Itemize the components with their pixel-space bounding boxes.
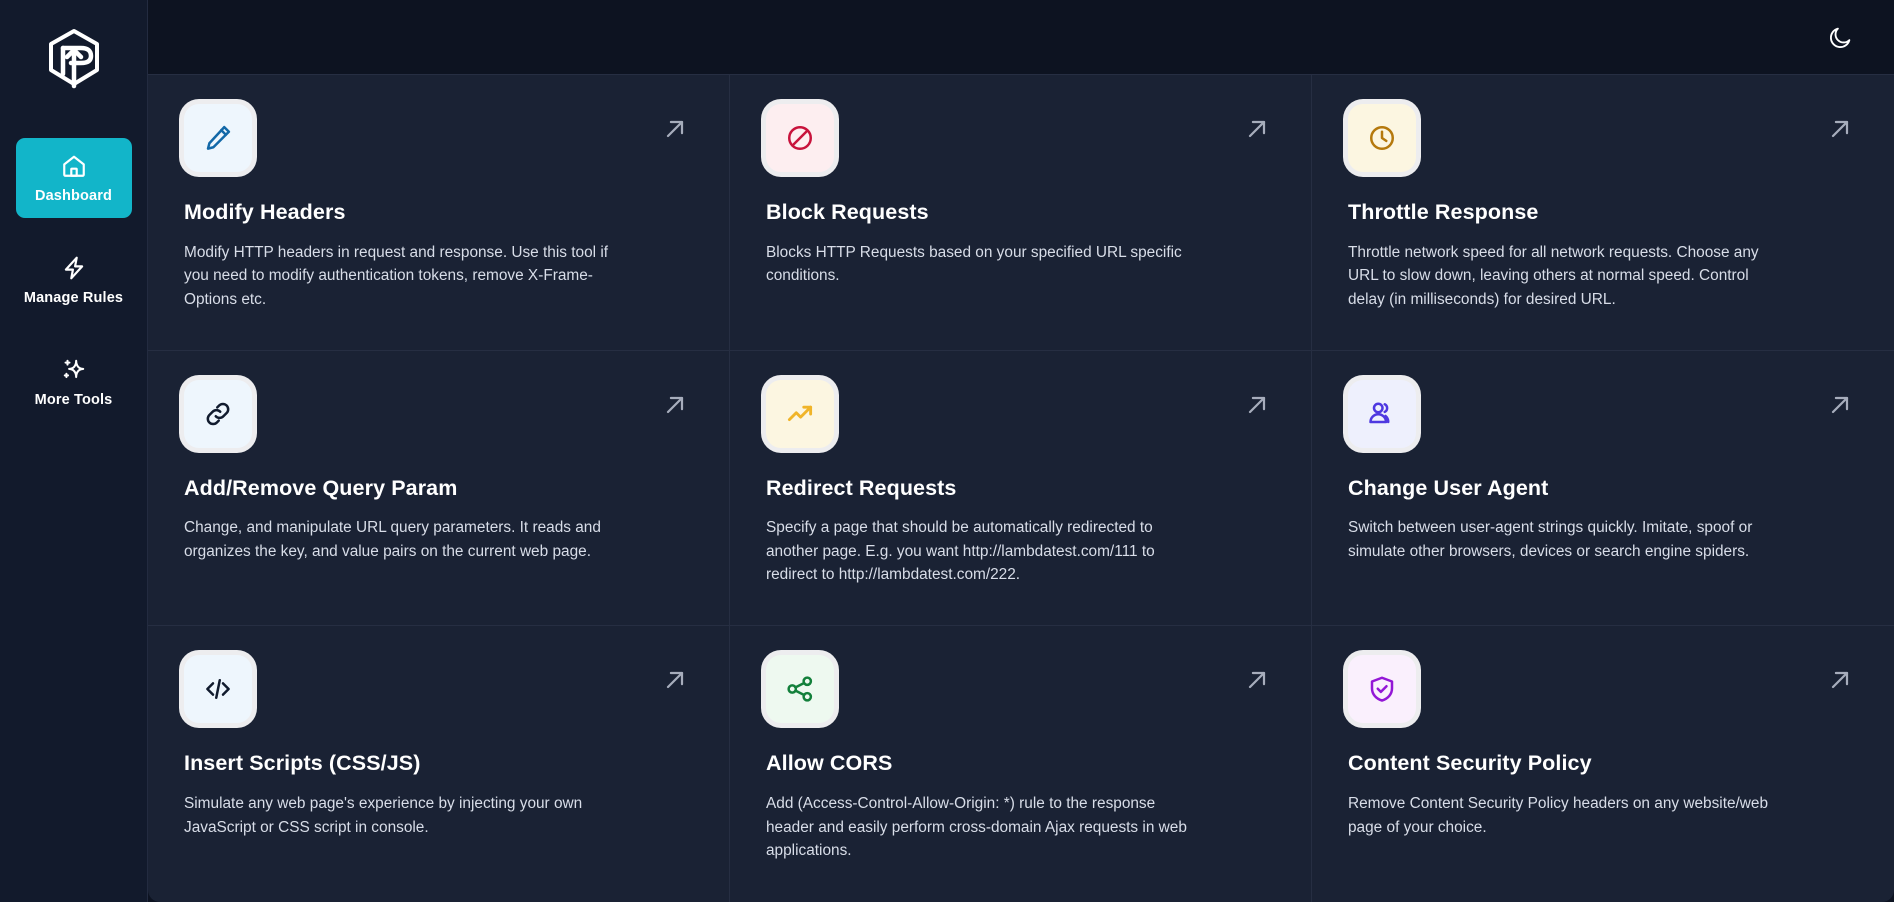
tool-card-title: Block Requests — [766, 200, 1275, 226]
shield-check-icon — [1348, 655, 1416, 723]
arrow-up-right-icon[interactable] — [1243, 391, 1271, 419]
tool-card-title: Insert Scripts (CSS/JS) — [184, 751, 693, 777]
tool-card-description: Simulate any web page's experience by in… — [184, 792, 614, 839]
sidebar-item-label: Dashboard — [35, 189, 112, 204]
tool-card-change-user-agent[interactable]: Change User Agent Switch between user-ag… — [1312, 351, 1894, 627]
share-network-icon — [766, 655, 834, 723]
topbar — [148, 0, 1894, 74]
tool-card-title: Add/Remove Query Param — [184, 476, 693, 502]
sidebar-item-manage-rules[interactable]: Manage Rules — [16, 240, 132, 320]
app-root: Dashboard Manage Rules More Tools — [0, 0, 1894, 902]
trending-up-icon — [766, 380, 834, 448]
tool-card-allow-cors[interactable]: Allow CORS Add (Access-Control-Allow-Ori… — [730, 626, 1312, 902]
tool-card-title: Change User Agent — [1348, 476, 1858, 502]
lightning-icon — [60, 254, 88, 282]
no-entry-icon — [766, 104, 834, 172]
clock-icon — [1348, 104, 1416, 172]
moon-icon[interactable] — [1820, 17, 1860, 57]
tool-card-description: Change, and manipulate URL query paramet… — [184, 516, 614, 563]
home-icon — [60, 152, 88, 180]
main-content: Modify Headers Modify HTTP headers in re… — [148, 0, 1894, 902]
tool-card-description: Blocks HTTP Requests based on your speci… — [766, 241, 1196, 288]
sidebar-item-label: Manage Rules — [24, 291, 123, 306]
tool-card-modify-headers[interactable]: Modify Headers Modify HTTP headers in re… — [148, 75, 730, 351]
tool-card-description: Specify a page that should be automatica… — [766, 516, 1196, 586]
tool-card-title: Modify Headers — [184, 200, 693, 226]
tool-card-title: Throttle Response — [1348, 200, 1858, 226]
tool-card-description: Modify HTTP headers in request and respo… — [184, 241, 614, 311]
tool-card-add-remove-query-param[interactable]: Add/Remove Query Param Change, and manip… — [148, 351, 730, 627]
pencil-icon — [184, 104, 252, 172]
tool-card-description: Add (Access-Control-Allow-Origin: *) rul… — [766, 792, 1196, 862]
tool-card-title: Redirect Requests — [766, 476, 1275, 502]
tool-card-description: Throttle network speed for all network r… — [1348, 241, 1778, 311]
tool-card-insert-scripts[interactable]: Insert Scripts (CSS/JS) Simulate any web… — [148, 626, 730, 902]
sidebar-item-more-tools[interactable]: More Tools — [16, 342, 132, 422]
tool-card-block-requests[interactable]: Block Requests Blocks HTTP Requests base… — [730, 75, 1312, 351]
tool-card-redirect-requests[interactable]: Redirect Requests Specify a page that sh… — [730, 351, 1312, 627]
arrow-up-right-icon[interactable] — [661, 115, 689, 143]
tools-grid-container: Modify Headers Modify HTTP headers in re… — [148, 74, 1894, 902]
arrow-up-right-icon[interactable] — [1243, 666, 1271, 694]
sidebar-item-label: More Tools — [35, 393, 113, 408]
tool-card-description: Switch between user-agent strings quickl… — [1348, 516, 1778, 563]
tool-card-throttle-response[interactable]: Throttle Response Throttle network speed… — [1312, 75, 1894, 351]
tool-card-description: Remove Content Security Policy headers o… — [1348, 792, 1778, 839]
sidebar: Dashboard Manage Rules More Tools — [0, 0, 148, 902]
arrow-up-right-icon[interactable] — [1826, 391, 1854, 419]
sidebar-item-dashboard[interactable]: Dashboard — [16, 138, 132, 218]
arrow-up-right-icon[interactable] — [661, 666, 689, 694]
arrow-up-right-icon[interactable] — [1243, 115, 1271, 143]
arrow-up-right-icon[interactable] — [1826, 115, 1854, 143]
arrow-up-right-icon[interactable] — [661, 391, 689, 419]
tool-card-title: Content Security Policy — [1348, 751, 1858, 777]
requestly-cube-logo-icon[interactable] — [43, 26, 105, 92]
users-icon — [1348, 380, 1416, 448]
arrow-up-right-icon[interactable] — [1826, 666, 1854, 694]
link-chain-icon — [184, 380, 252, 448]
sparkles-icon — [60, 356, 88, 384]
tool-card-content-security-policy[interactable]: Content Security Policy Remove Content S… — [1312, 626, 1894, 902]
tools-grid: Modify Headers Modify HTTP headers in re… — [148, 75, 1894, 902]
code-brackets-icon — [184, 655, 252, 723]
tool-card-title: Allow CORS — [766, 751, 1275, 777]
